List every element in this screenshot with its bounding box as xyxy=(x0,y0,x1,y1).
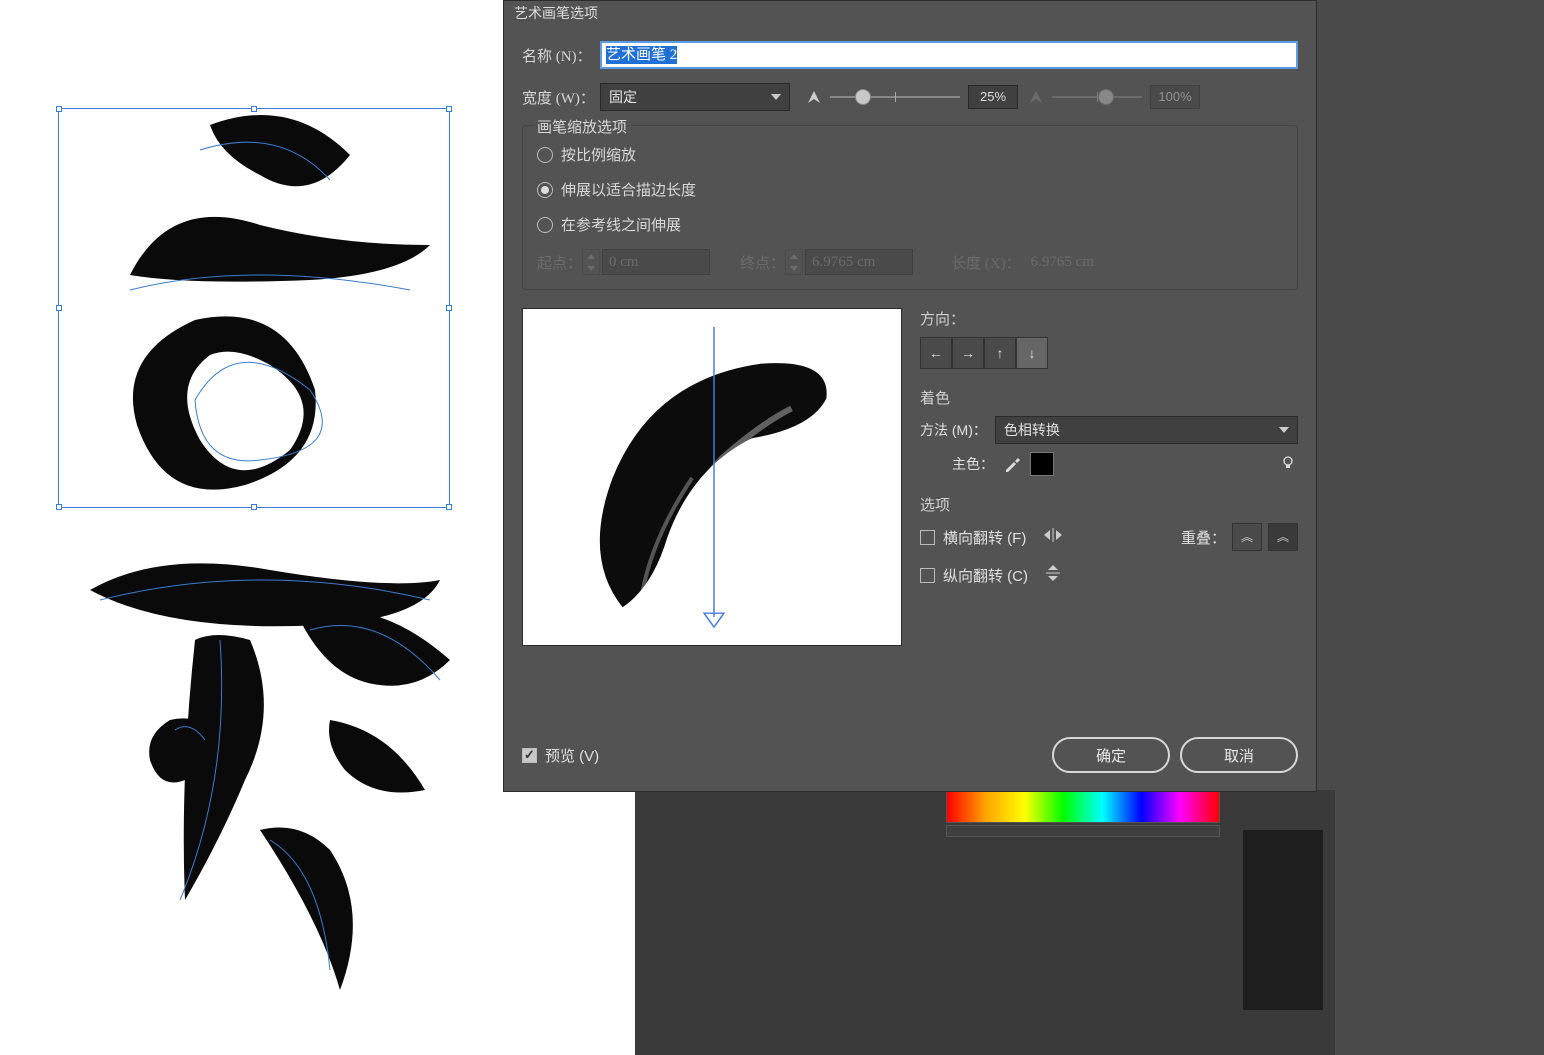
flip-along-icon xyxy=(1042,527,1064,547)
width-pct-min[interactable]: 25% xyxy=(968,85,1018,109)
name-label: 名称 (N)： xyxy=(522,45,600,66)
method-label: 方法 (M)： xyxy=(920,420,987,440)
flip-v-label: 纵向翻转 (C) xyxy=(943,565,1028,586)
direction-left-button[interactable]: ← xyxy=(920,337,952,369)
direction-up-button[interactable]: ↑ xyxy=(984,337,1016,369)
scale-guides-radio[interactable]: 在参考线之间伸展 xyxy=(537,214,1283,235)
art-brush-options-dialog: 艺术画笔选项 名称 (N)： 艺术画笔 2 宽度 (W)： 固定 25% xyxy=(503,0,1317,792)
end-input: 6.9765 cm xyxy=(805,249,913,275)
direction-label: 方向： xyxy=(920,308,1298,329)
keycolor-label: 主色： xyxy=(952,454,994,474)
color-panel-footer xyxy=(946,825,1220,837)
direction-down-button[interactable]: ↓ xyxy=(1016,337,1048,369)
pen-nib-icon xyxy=(1026,87,1046,107)
width-mode-select[interactable]: 固定 xyxy=(600,83,790,111)
flip-h-label: 横向翻转 (F) xyxy=(943,527,1026,548)
length-value: 6.9765 cm xyxy=(1031,254,1094,271)
preview-checkbox[interactable] xyxy=(522,748,537,763)
scale-options-group: 画笔缩放选项 按比例缩放 伸展以适合描边长度 在参考线之间伸展 起点： 0 cm… xyxy=(522,125,1298,290)
scale-group-title: 画笔缩放选项 xyxy=(533,116,631,137)
keycolor-swatch[interactable] xyxy=(1030,452,1054,476)
colorize-label: 着色 xyxy=(920,387,1298,408)
width-label: 宽度 (W)： xyxy=(522,87,600,108)
width-mode-value: 固定 xyxy=(609,87,637,107)
lightbulb-tip-icon[interactable] xyxy=(1280,455,1298,473)
brush-preview xyxy=(522,308,902,646)
side-panel xyxy=(1243,830,1323,1010)
overlap-mode-2-button[interactable]: ︽ xyxy=(1268,523,1298,551)
start-input: 0 cm xyxy=(602,249,710,275)
flip-horizontal-checkbox[interactable] xyxy=(920,530,935,545)
ok-button[interactable]: 确定 xyxy=(1052,737,1170,773)
start-spinner xyxy=(582,249,600,275)
options-label: 选项 xyxy=(920,494,1298,515)
overlap-mode-1-button[interactable]: ︽ xyxy=(1232,523,1262,551)
colorize-method-select[interactable]: 色相转换 xyxy=(995,416,1298,444)
end-spinner xyxy=(785,249,803,275)
flip-across-icon xyxy=(1044,563,1062,587)
preview-label: 预览 (V) xyxy=(545,745,599,766)
length-label: 长度 (X)： xyxy=(951,252,1021,273)
direction-right-button[interactable]: → xyxy=(952,337,984,369)
end-label: 终点： xyxy=(740,252,785,273)
scale-proportional-radio[interactable]: 按比例缩放 xyxy=(537,144,1283,165)
cancel-button[interactable]: 取消 xyxy=(1180,737,1298,773)
flip-vertical-checkbox[interactable] xyxy=(920,568,935,583)
brush-name-value: 艺术画笔 2 xyxy=(606,46,677,64)
selection-bounds[interactable] xyxy=(58,108,450,508)
width-slider-max xyxy=(1052,87,1142,107)
width-slider-min[interactable] xyxy=(830,87,960,107)
scale-stretch-radio[interactable]: 伸展以适合描边长度 xyxy=(537,179,1283,200)
eyedropper-icon[interactable] xyxy=(1002,454,1022,474)
dialog-title: 艺术画笔选项 xyxy=(504,1,1316,23)
brush-name-input[interactable]: 艺术画笔 2 xyxy=(600,41,1298,69)
chevron-down-icon xyxy=(771,94,781,100)
start-label: 起点： xyxy=(537,252,582,273)
chevron-down-icon xyxy=(1279,427,1289,433)
pen-nib-icon xyxy=(804,87,824,107)
width-pct-max: 100% xyxy=(1150,85,1200,109)
color-spectrum-panel[interactable] xyxy=(946,788,1220,823)
overlap-label: 重叠： xyxy=(1181,527,1226,548)
